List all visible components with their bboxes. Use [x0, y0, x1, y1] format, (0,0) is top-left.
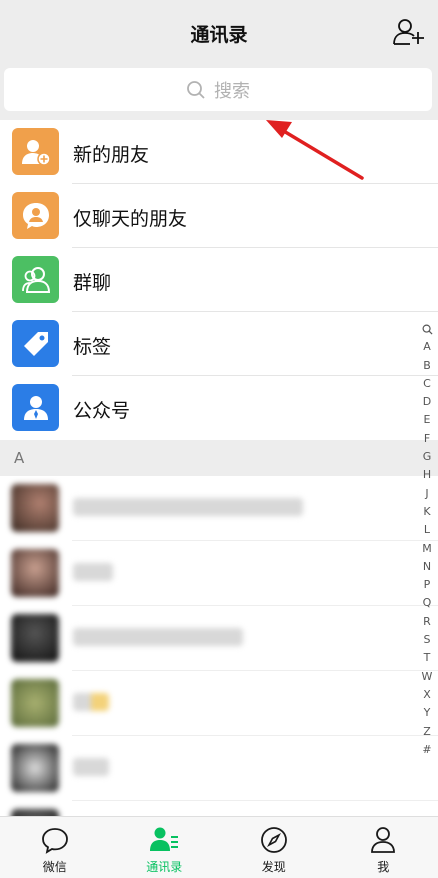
index-letter[interactable]: G: [416, 448, 438, 466]
index-letter[interactable]: T: [416, 649, 438, 667]
index-letter[interactable]: R: [416, 613, 438, 631]
index-letter[interactable]: J: [416, 485, 438, 503]
index-letter[interactable]: Z: [416, 723, 438, 741]
menu-item-label: 标签: [73, 336, 112, 358]
avatar: [11, 809, 59, 816]
menu-item-chat-only-friends[interactable]: 仅聊天的朋友: [0, 184, 438, 248]
add-contact-icon: [393, 19, 424, 45]
contact-name: [73, 758, 109, 776]
contact-name: [73, 498, 303, 516]
official-account-icon: [23, 395, 48, 420]
index-letter[interactable]: P: [416, 576, 438, 594]
contact-row[interactable]: [0, 801, 438, 816]
index-letter[interactable]: N: [416, 558, 438, 576]
search-icon: [187, 80, 205, 99]
menu-item-group-chats[interactable]: 群聊: [0, 248, 438, 312]
index-letter[interactable]: #: [416, 741, 438, 759]
menu-icon-box: [12, 384, 59, 431]
group-chat-icon: [21, 266, 50, 293]
contact-row[interactable]: [0, 671, 438, 736]
tab-chats[interactable]: 微信: [0, 817, 110, 878]
tab-me[interactable]: 我: [329, 817, 438, 878]
contact-name: [73, 563, 113, 581]
contact-name: [73, 628, 243, 646]
tab-label: 发现: [261, 860, 286, 874]
tab-label: 通讯录: [146, 860, 183, 874]
alphabet-index[interactable]: A B C D E F G H J K L M N P Q R S T W X …: [416, 320, 438, 759]
menu-item-label: 公众号: [73, 400, 131, 422]
index-search[interactable]: [416, 320, 438, 338]
contact-row[interactable]: [0, 736, 438, 801]
section-letter: A: [14, 449, 25, 467]
search-icon: [422, 324, 433, 335]
contact-name: [73, 693, 109, 711]
menu-item-tags[interactable]: 标签: [0, 312, 438, 376]
search-placeholder: 搜索: [214, 80, 250, 102]
chat-only-friend-icon: [22, 202, 49, 229]
tag-icon: [23, 331, 48, 356]
search-area: 搜索: [0, 64, 438, 120]
avatar: [11, 679, 59, 727]
index-letter[interactable]: C: [416, 375, 438, 393]
person-icon: [371, 827, 396, 853]
page-title: 通讯录: [190, 24, 248, 46]
menu-item-official-accounts[interactable]: 公众号: [0, 376, 438, 440]
index-letter[interactable]: H: [416, 466, 438, 484]
tab-discover[interactable]: 发现: [219, 817, 329, 878]
menu-icon-box: [12, 128, 59, 175]
menu-icon-box: [12, 320, 59, 367]
index-letter[interactable]: Q: [416, 594, 438, 612]
avatar: [11, 549, 59, 597]
menu-item-label: 仅聊天的朋友: [73, 208, 188, 230]
contacts-icon: [150, 827, 179, 851]
tab-label: 我: [377, 860, 390, 874]
index-letter[interactable]: A: [416, 338, 438, 356]
section-header: A: [0, 440, 438, 476]
new-friend-icon: [21, 139, 51, 166]
add-contact-button[interactable]: [392, 16, 426, 48]
menu-icon-box: [12, 256, 59, 303]
index-letter[interactable]: E: [416, 411, 438, 429]
contact-row[interactable]: [0, 606, 438, 671]
index-letter[interactable]: F: [416, 430, 438, 448]
index-letter[interactable]: D: [416, 393, 438, 411]
index-letter[interactable]: X: [416, 686, 438, 704]
index-letter[interactable]: Y: [416, 704, 438, 722]
avatar: [11, 744, 59, 792]
menu-item-new-friends[interactable]: 新的朋友: [0, 120, 438, 184]
menu-item-label: 新的朋友: [73, 144, 150, 166]
index-letter[interactable]: W: [416, 668, 438, 686]
bottom-tab-bar: 微信 通讯录 发现 我: [0, 816, 438, 878]
compass-icon: [260, 827, 287, 853]
tab-contacts[interactable]: 通讯录: [110, 817, 220, 878]
avatar: [11, 614, 59, 662]
index-letter[interactable]: K: [416, 503, 438, 521]
tab-label: 微信: [42, 860, 67, 874]
menu-item-label: 群聊: [73, 272, 112, 294]
index-letter[interactable]: B: [416, 357, 438, 375]
contact-list: [0, 476, 438, 816]
top-bar: 通讯录: [0, 0, 438, 64]
menu-icon-box: [12, 192, 59, 239]
contacts-menu: 新的朋友 仅聊天的朋友 群聊 标签 公众号: [0, 120, 438, 440]
contact-row[interactable]: [0, 476, 438, 541]
index-letter[interactable]: L: [416, 521, 438, 539]
avatar: [11, 484, 59, 532]
contact-row[interactable]: [0, 541, 438, 606]
chat-bubble-icon: [41, 828, 68, 854]
index-letter[interactable]: M: [416, 540, 438, 558]
index-letter[interactable]: S: [416, 631, 438, 649]
search-input[interactable]: 搜索: [4, 68, 432, 111]
